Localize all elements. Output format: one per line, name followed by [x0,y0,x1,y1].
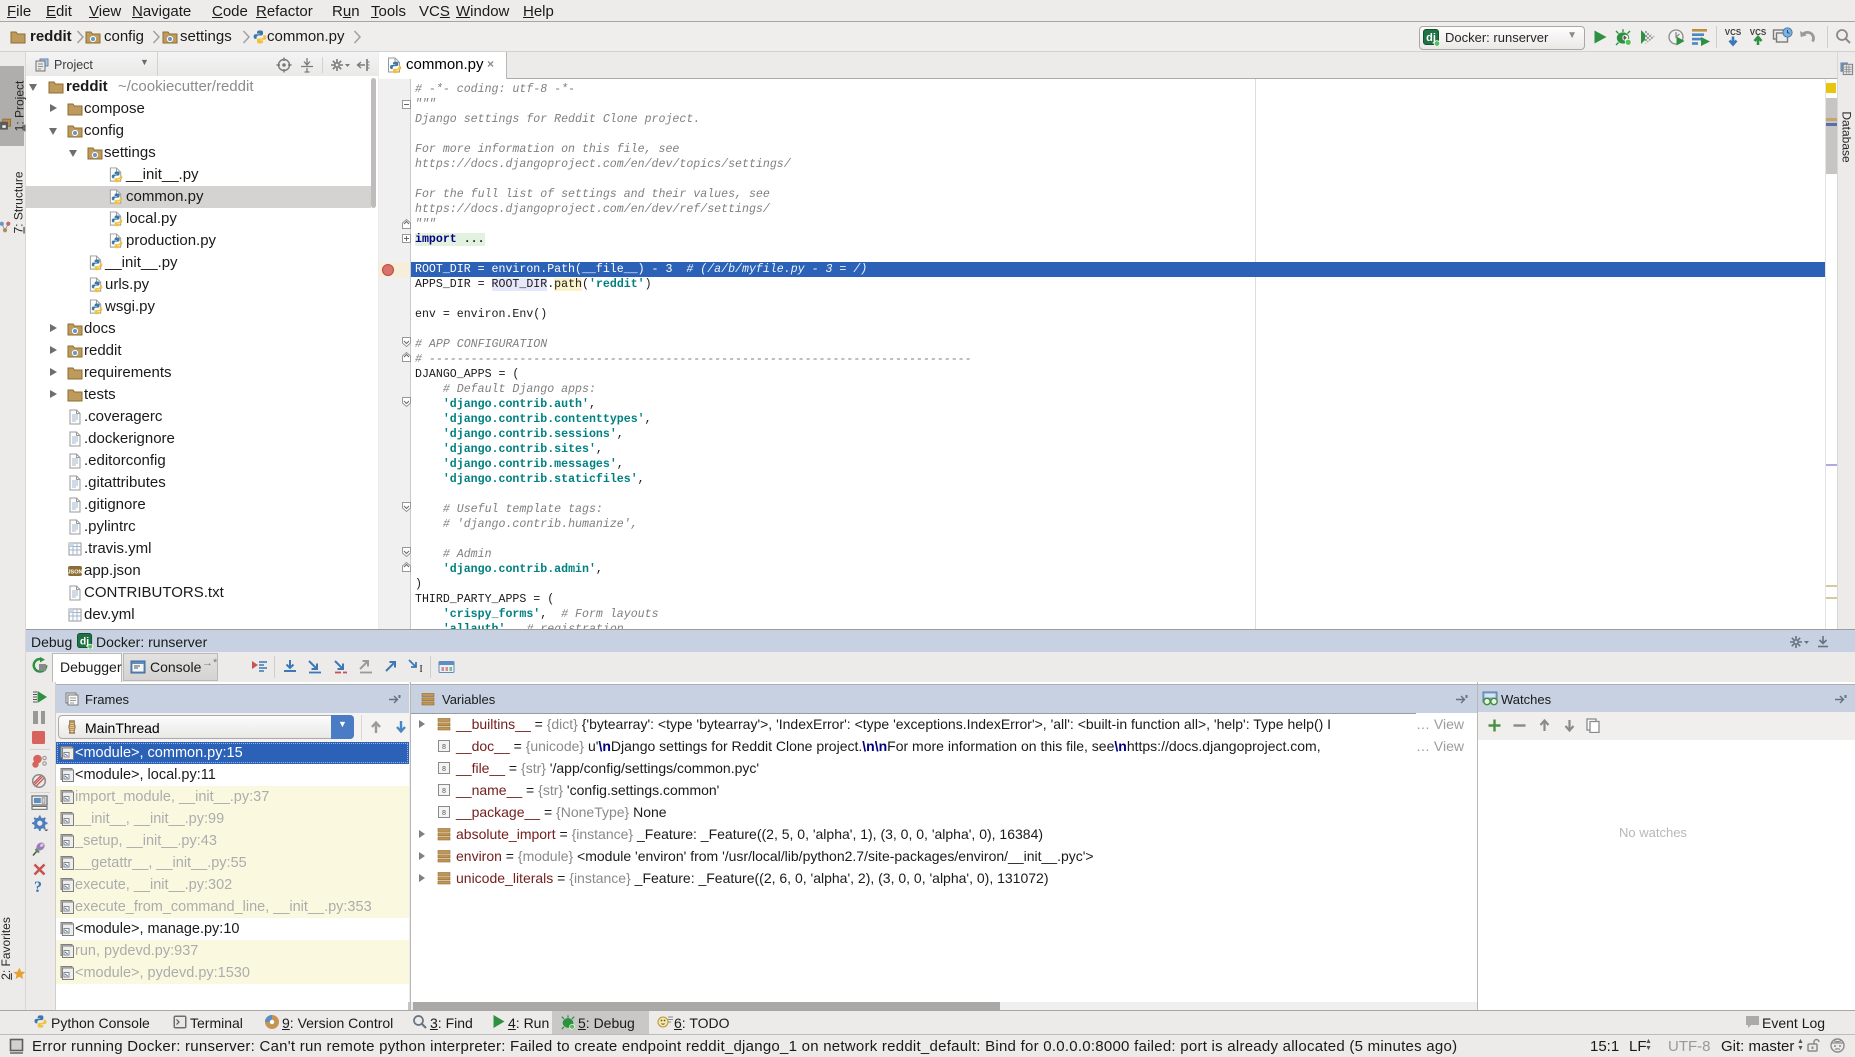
svg-text:I: I [419,664,422,675]
svg-text:VCS: VCS [1725,28,1742,37]
